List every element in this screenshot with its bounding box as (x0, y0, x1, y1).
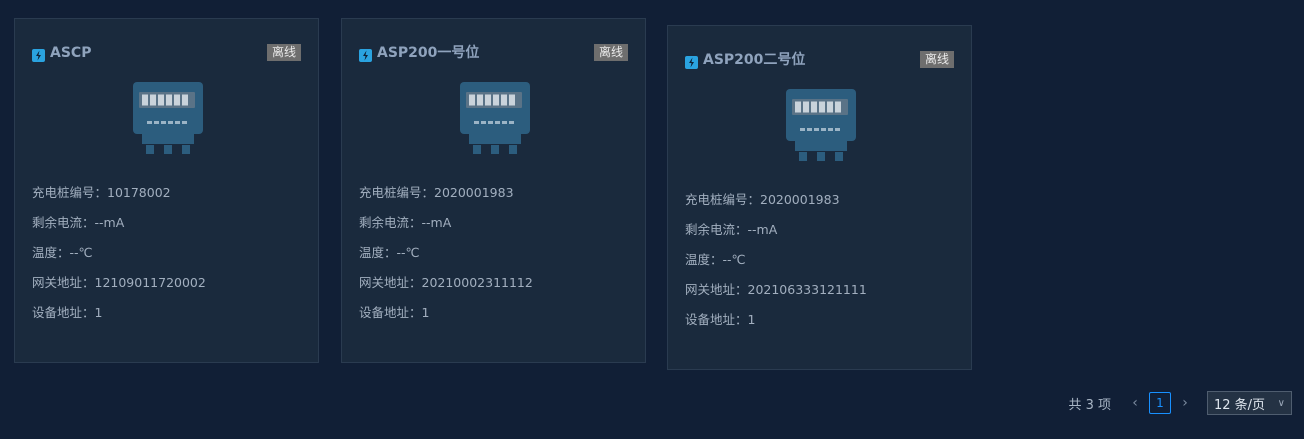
device-card[interactable]: ASP200一号位 离线 充电桩编号：2020001983 剩余电流：--mA … (341, 18, 646, 363)
card-header: ASP200一号位 离线 (359, 43, 628, 63)
charger-number: 充电桩编号：2020001983 (359, 185, 514, 200)
device-card[interactable]: ASCP 离线 充电桩编号：10178002 剩余电流：--mA 温度：--℃ … (14, 18, 319, 363)
temperature: 温度：--℃ (685, 252, 746, 267)
pagination: 共 3 项 ‹ 1 › 12 条/页 ∨ (1068, 391, 1292, 415)
status-badge: 离线 (593, 44, 628, 61)
total-count: 共 3 项 (1068, 397, 1111, 413)
info-list: 充电桩编号：10178002 剩余电流：--mA 温度：--℃ 网关地址：121… (32, 183, 206, 333)
plug-icon (359, 47, 372, 62)
device-address: 设备地址：1 (359, 305, 430, 320)
status-badge: 离线 (919, 51, 954, 68)
residual-current: 剩余电流：--mA (32, 215, 125, 230)
chevron-down-icon: ∨ (1277, 397, 1285, 409)
temperature: 温度：--℃ (359, 245, 420, 260)
device-grid: ASCP 离线 充电桩编号：10178002 剩余电流：--mA 温度：--℃ … (0, 0, 1304, 439)
device-address: 设备地址：1 (685, 312, 756, 327)
device-address: 设备地址：1 (32, 305, 103, 320)
card-title: ASP200二号位 (703, 52, 806, 68)
page-size-value: 12 条/页 (1214, 397, 1266, 413)
charger-number: 充电桩编号：2020001983 (685, 192, 840, 207)
status-badge: 离线 (266, 44, 301, 61)
plug-icon (685, 54, 698, 69)
device-card[interactable]: ASP200二号位 离线 充电桩编号：2020001983 剩余电流：--mA … (667, 25, 972, 370)
prev-page-icon[interactable]: ‹ (1127, 393, 1143, 413)
info-list: 充电桩编号：2020001983 剩余电流：--mA 温度：--℃ 网关地址：2… (685, 190, 867, 340)
gateway-address: 网关地址：20210002311112 (359, 275, 533, 290)
card-title: ASCP (50, 45, 92, 61)
residual-current: 剩余电流：--mA (359, 215, 452, 230)
residual-current: 剩余电流：--mA (685, 222, 778, 237)
card-header: ASP200二号位 离线 (685, 50, 954, 70)
meter-icon (459, 81, 533, 157)
meter-icon (785, 88, 859, 164)
card-title-wrap: ASCP (32, 43, 91, 63)
temperature: 温度：--℃ (32, 245, 93, 260)
page-1-button[interactable]: 1 (1149, 392, 1171, 414)
gateway-address: 网关地址：12109011720002 (32, 275, 206, 290)
next-page-icon[interactable]: › (1177, 393, 1193, 413)
card-title: ASP200一号位 (377, 45, 480, 61)
card-title-wrap: ASP200一号位 (359, 43, 479, 63)
meter-icon (132, 81, 206, 157)
charger-number: 充电桩编号：10178002 (32, 185, 171, 200)
card-title-wrap: ASP200二号位 (685, 50, 805, 70)
gateway-address: 网关地址：202106333121111 (685, 282, 867, 297)
info-list: 充电桩编号：2020001983 剩余电流：--mA 温度：--℃ 网关地址：2… (359, 183, 533, 333)
page-size-select[interactable]: 12 条/页 ∨ (1207, 391, 1292, 415)
plug-icon (32, 47, 45, 62)
card-header: ASCP 离线 (32, 43, 301, 63)
